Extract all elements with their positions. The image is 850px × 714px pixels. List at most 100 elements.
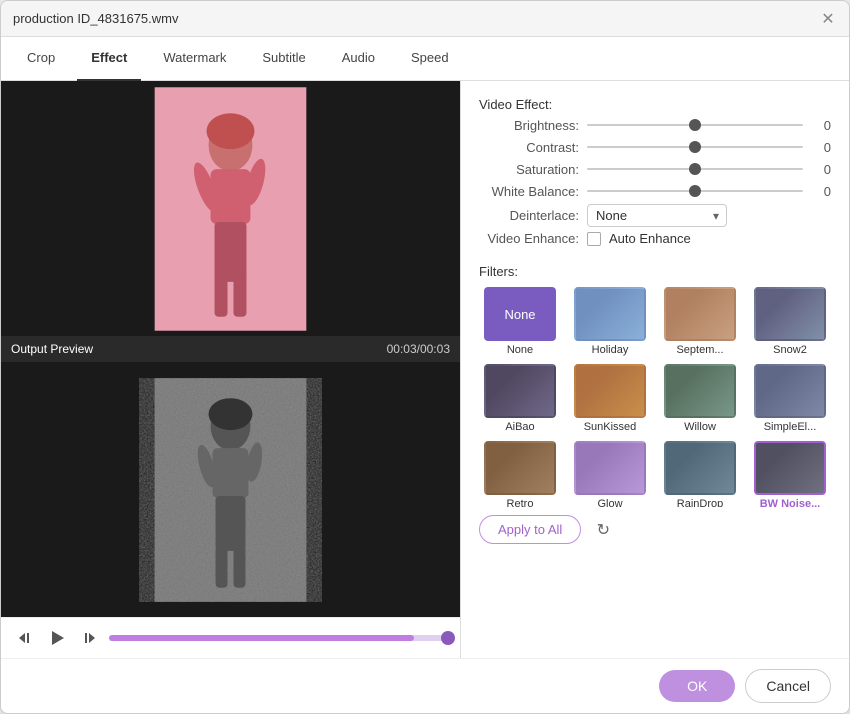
filter-aibao-label: AiBao [505,421,534,433]
cancel-button[interactable]: Cancel [745,669,831,703]
filter-bwnoise-thumb [754,441,826,495]
preview-divider: Output Preview 00:03/00:03 [1,336,460,362]
filter-bwnoise[interactable]: BW Noise... [749,441,831,507]
contrast-slider[interactable] [587,138,803,156]
white-balance-row: White Balance: 0 [479,182,831,200]
filters-title: Filters: [479,264,831,279]
filter-snow2-thumb [754,287,826,341]
right-panel: Video Effect: Brightness: 0 Contrast: [461,81,849,658]
video-enhance-row: Video Enhance: Auto Enhance [479,231,831,246]
filter-none[interactable]: None None [479,287,561,356]
filter-holiday-label: Holiday [592,344,629,356]
deinterlace-select[interactable]: None Top Field First Bottom Field First [587,204,727,227]
original-preview [1,81,460,336]
filter-raindrop-thumb [664,441,736,495]
filter-raindrop-label: RainDrop [677,498,723,507]
auto-enhance-checkbox[interactable] [587,232,601,246]
filter-retro[interactable]: Retro [479,441,561,507]
filter-willow[interactable]: Willow [659,364,741,433]
saturation-slider[interactable] [587,160,803,178]
saturation-thumb[interactable] [689,163,701,175]
filter-retro-label: Retro [507,498,534,507]
contrast-value: 0 [811,140,831,155]
tab-effect[interactable]: Effect [77,37,141,81]
brightness-slider[interactable] [587,116,803,134]
brightness-value: 0 [811,118,831,133]
deinterlace-row: Deinterlace: None Top Field First Bottom… [479,204,831,227]
refresh-button[interactable]: ↻ [589,516,617,544]
white-balance-value: 0 [811,184,831,199]
progress-thumb[interactable] [441,631,455,645]
video-effect-title: Video Effect: [479,97,831,112]
tab-speed[interactable]: Speed [397,37,463,81]
white-balance-slider[interactable] [587,182,803,200]
contrast-thumb[interactable] [689,141,701,153]
brightness-row: Brightness: 0 [479,116,831,134]
filter-snow2-label: Snow2 [773,344,807,356]
video-effect-section: Video Effect: Brightness: 0 Contrast: [479,97,831,254]
playback-controls [1,617,460,658]
play-button[interactable] [45,626,69,650]
saturation-value: 0 [811,162,831,177]
close-button[interactable]: ✕ [819,10,837,28]
ok-button[interactable]: OK [659,670,735,702]
filter-glow-label: Glow [597,498,622,507]
filter-simpleel-thumb [754,364,826,418]
filter-sunkissed-label: SunKissed [584,421,637,433]
contrast-label: Contrast: [479,140,579,155]
output-preview-label: Output Preview [11,342,93,356]
video-enhance-label: Video Enhance: [479,231,579,246]
progress-bar[interactable] [109,635,448,641]
filter-septem-label: Septem... [676,344,723,356]
filters-section: Filters: None None Holiday S [479,264,831,642]
saturation-row: Saturation: 0 [479,160,831,178]
filter-retro-thumb [484,441,556,495]
filter-glow-thumb [574,441,646,495]
tab-audio[interactable]: Audio [328,37,389,81]
progress-fill [109,635,414,641]
apply-to-all-button[interactable]: Apply to All [479,515,581,544]
filter-willow-thumb [664,364,736,418]
original-video-frame [1,87,460,331]
tab-bar: Crop Effect Watermark Subtitle Audio Spe… [1,37,849,81]
filter-aibao-thumb [484,364,556,418]
filter-raindrop[interactable]: RainDrop [659,441,741,507]
filter-willow-label: Willow [684,421,716,433]
contrast-row: Contrast: 0 [479,138,831,156]
filter-septem[interactable]: Septem... [659,287,741,356]
filter-none-label: None [507,344,533,356]
filter-sunkissed[interactable]: SunKissed [569,364,651,433]
filter-septem-thumb [664,287,736,341]
filter-aibao[interactable]: AiBao [479,364,561,433]
left-panel: Output Preview 00:03/00:03 [1,81,461,658]
deinterlace-label: Deinterlace: [479,208,579,223]
filters-grid: None None Holiday Septem... [479,287,831,507]
filter-sunkissed-thumb [574,364,646,418]
filter-holiday[interactable]: Holiday [569,287,651,356]
skip-forward-button[interactable] [77,626,101,650]
main-content: Output Preview 00:03/00:03 [1,81,849,658]
filter-holiday-thumb [574,287,646,341]
filter-glow[interactable]: Glow [569,441,651,507]
tab-crop[interactable]: Crop [13,37,69,81]
bottom-buttons: OK Cancel [1,658,849,713]
white-balance-thumb[interactable] [689,185,701,197]
filter-simpleel[interactable]: SimpleEl... [749,364,831,433]
skip-back-button[interactable] [13,626,37,650]
filter-bwnoise-label: BW Noise... [760,498,821,507]
window-title: production ID_4831675.wmv [13,11,179,26]
white-balance-label: White Balance: [479,184,579,199]
brightness-thumb[interactable] [689,119,701,131]
brightness-label: Brightness: [479,118,579,133]
output-video-frame [1,378,460,602]
apply-row: Apply to All ↻ [479,515,831,544]
saturation-label: Saturation: [479,162,579,177]
filter-snow2[interactable]: Snow2 [749,287,831,356]
main-window: production ID_4831675.wmv ✕ Crop Effect … [0,0,850,714]
preview-time: 00:03/00:03 [387,342,450,356]
tab-subtitle[interactable]: Subtitle [248,37,319,81]
auto-enhance-text: Auto Enhance [609,231,691,246]
deinterlace-select-wrap[interactable]: None Top Field First Bottom Field First [587,204,727,227]
tab-watermark[interactable]: Watermark [149,37,240,81]
filter-none-thumb: None [484,287,556,341]
